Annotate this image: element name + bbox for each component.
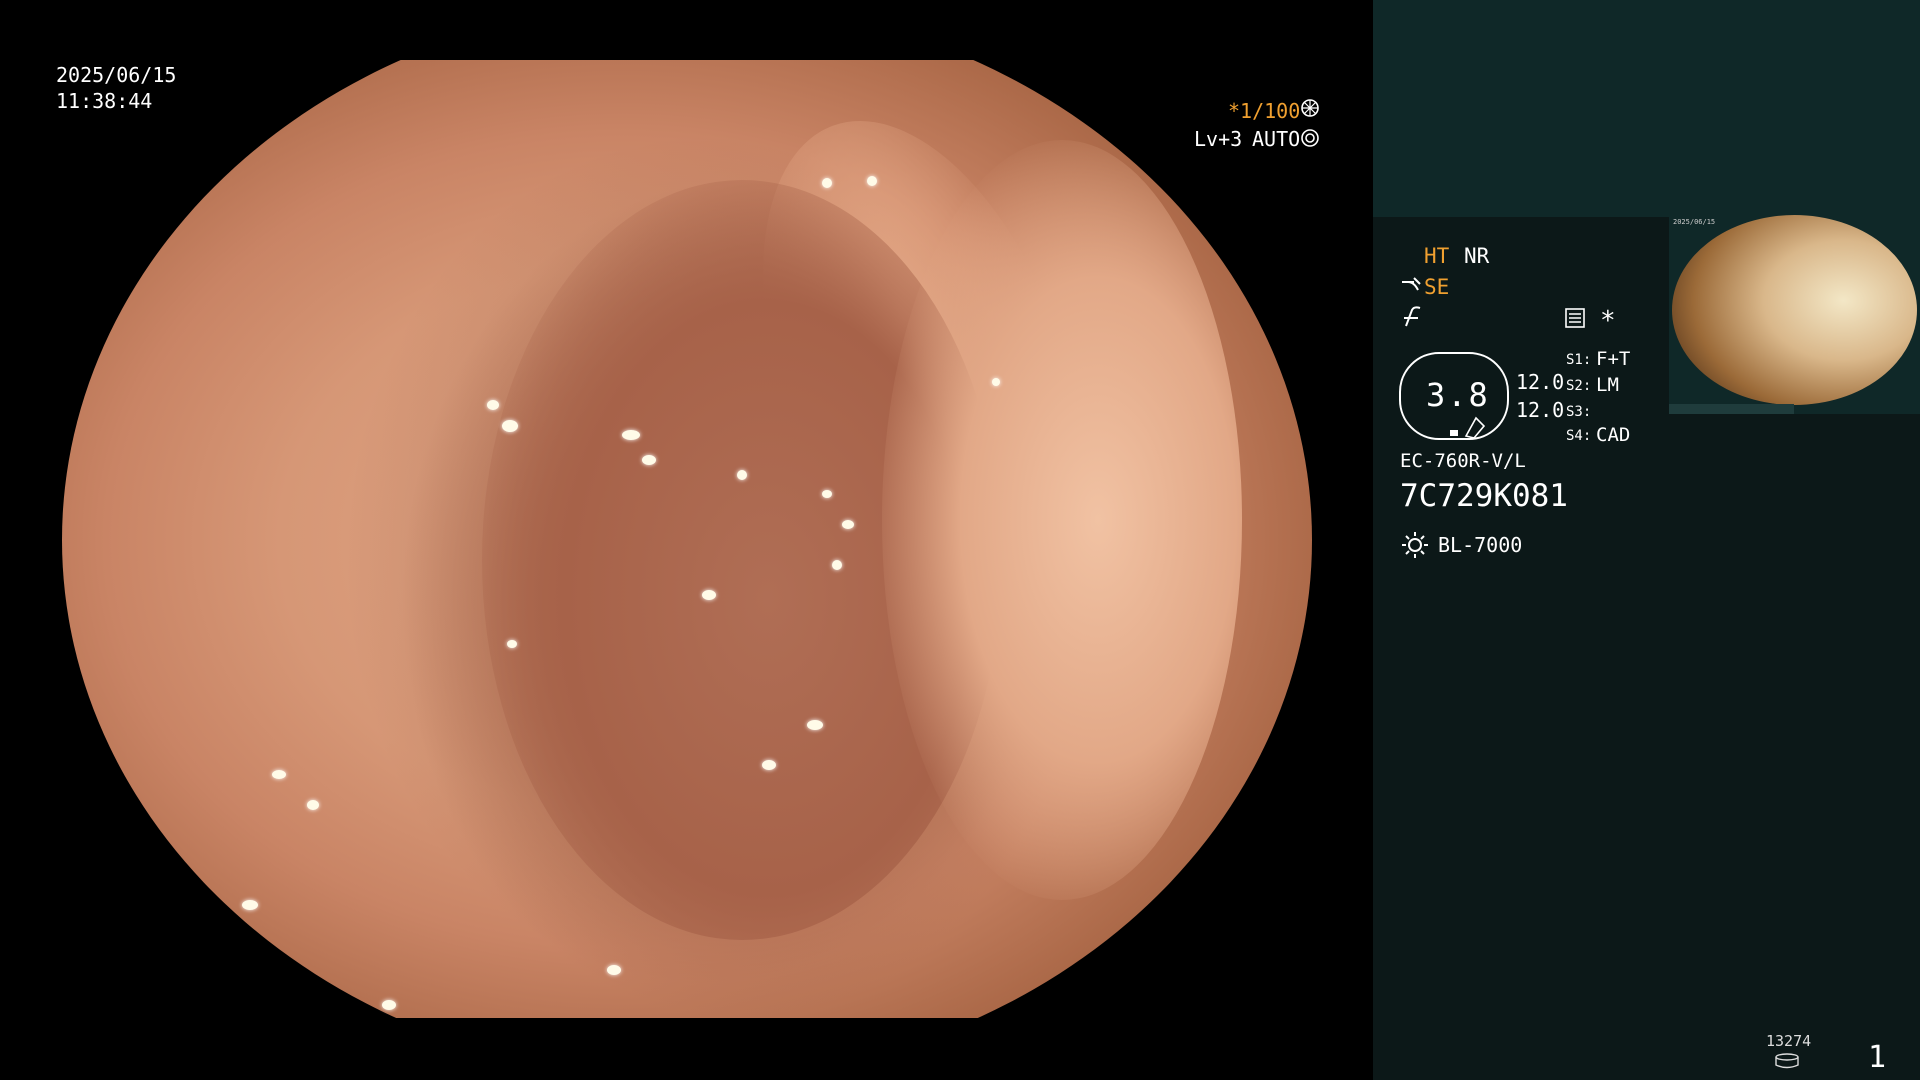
se-indicator: SE bbox=[1424, 275, 1450, 299]
thumbnail-date: 2025/06/15 bbox=[1673, 218, 1716, 226]
switch-value-s2: LM bbox=[1596, 374, 1619, 396]
info-panel-header bbox=[1373, 0, 1920, 217]
switch-key-s1: S1: bbox=[1566, 352, 1592, 368]
light-source-icon bbox=[1400, 530, 1430, 565]
scope-tip-icon bbox=[1400, 276, 1424, 301]
specular-highlight bbox=[607, 965, 621, 975]
curve-icon bbox=[1402, 306, 1424, 333]
specular-highlight bbox=[842, 520, 854, 529]
nr-indicator: NR bbox=[1464, 244, 1490, 268]
scope-bend-icon bbox=[1448, 416, 1488, 445]
switch-key-s2: S2: bbox=[1566, 378, 1592, 394]
thumbnail-image bbox=[1672, 215, 1917, 405]
specular-highlight bbox=[702, 590, 716, 600]
value-1: 12.0 bbox=[1516, 370, 1565, 394]
specular-highlight bbox=[822, 490, 832, 498]
zoom-value: 3.8 bbox=[1426, 376, 1490, 414]
target-icon bbox=[1300, 128, 1320, 154]
specular-highlight bbox=[642, 455, 656, 465]
specular-highlight bbox=[807, 720, 823, 730]
specular-highlight bbox=[307, 800, 319, 810]
specular-highlight bbox=[487, 400, 499, 410]
specular-highlight bbox=[502, 420, 518, 432]
switch-key-s3: S3: bbox=[1566, 404, 1592, 420]
value-2: 12.0 bbox=[1516, 398, 1565, 422]
aperture-icon bbox=[1300, 98, 1320, 124]
specular-highlight bbox=[737, 470, 747, 480]
page-number: 1 bbox=[1868, 1040, 1887, 1075]
specular-highlight bbox=[507, 640, 517, 648]
exposure-mode-label: AUTO bbox=[1252, 127, 1301, 151]
specular-highlight bbox=[382, 1000, 396, 1010]
scope-model-label: EC-760R-V/L bbox=[1400, 450, 1526, 472]
specular-highlight bbox=[242, 900, 258, 910]
asterisk-indicator: * bbox=[1600, 306, 1616, 336]
scope-serial-label: 7C729K081 bbox=[1400, 478, 1568, 514]
mucosal-fold-right bbox=[882, 140, 1242, 900]
shutter-speed-label: *1/100 bbox=[1228, 99, 1301, 123]
specular-highlight bbox=[622, 430, 640, 440]
date-label: 2025/06/15 bbox=[56, 63, 177, 87]
light-source-label: BL-7000 bbox=[1438, 533, 1523, 557]
specular-highlight bbox=[822, 178, 832, 188]
switch-key-s4: S4: bbox=[1566, 428, 1592, 444]
specular-highlight bbox=[867, 176, 877, 186]
specular-highlight bbox=[992, 378, 1000, 386]
thumbnail-progress-bar bbox=[1669, 404, 1794, 414]
specular-highlight bbox=[832, 560, 842, 570]
endoscopic-image bbox=[62, 60, 1312, 1018]
specular-highlight bbox=[762, 760, 776, 770]
settings-list-icon bbox=[1565, 308, 1585, 333]
ht-indicator: HT bbox=[1424, 244, 1450, 268]
storage-icon bbox=[1774, 1050, 1800, 1074]
switch-value-s4: CAD bbox=[1596, 424, 1631, 446]
endoscopic-image-frame bbox=[0, 60, 1373, 1018]
time-label: 11:38:44 bbox=[56, 89, 153, 113]
image-counter: 13274 bbox=[1766, 1032, 1812, 1050]
brightness-level-label: Lv+3 bbox=[1194, 127, 1243, 151]
specular-highlight bbox=[272, 770, 286, 779]
switch-value-s1: F+T bbox=[1596, 348, 1631, 370]
